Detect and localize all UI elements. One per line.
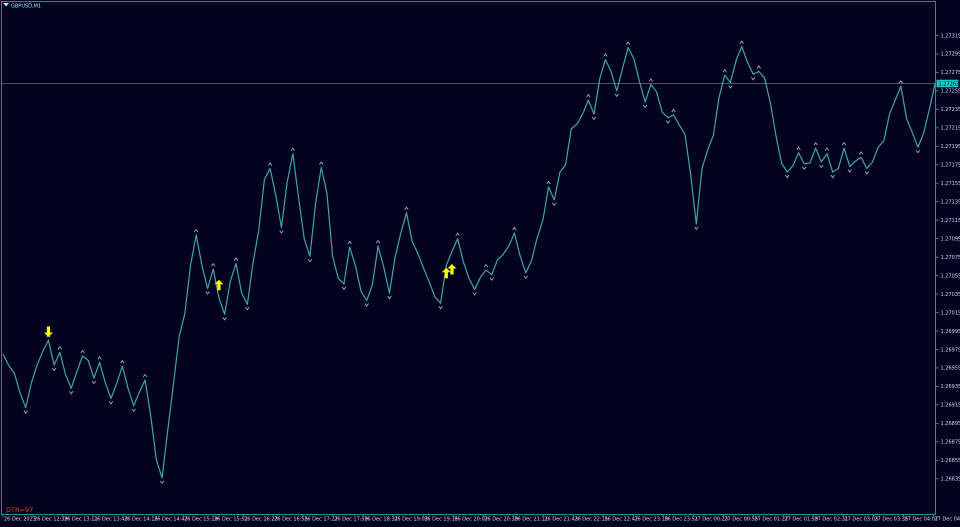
price-tick-label: 1.26975	[941, 347, 960, 353]
price-chart[interactable]: 1.27263 1.27315 1.27295 1.27275 1.27255 1.27…	[0, 0, 960, 523]
price-tick-label: 1.26835	[941, 477, 960, 483]
price-tick-label: 1.27155	[941, 181, 960, 187]
price-tick-label: 1.27315	[941, 33, 960, 39]
price-tick-label: 1.26875	[941, 440, 960, 446]
price-tick-label: 1.27035	[941, 292, 960, 298]
chart-window[interactable]: 1.27263 1.27315 1.27295 1.27275 1.27255 1.27…	[0, 0, 960, 523]
price-tick-label: 1.27095	[941, 236, 960, 242]
price-tick-label: 1.27015	[941, 310, 960, 316]
dtr-indicator-label: DTR=97	[6, 506, 33, 514]
price-tick-label: 1.27075	[941, 255, 960, 261]
price-tick-label: 1.27195	[941, 144, 960, 150]
price-tick-label: 1.26955	[941, 366, 960, 372]
chart-background	[0, 0, 960, 523]
price-tick-label: 1.27255	[941, 89, 960, 95]
price-tick-label: 1.27215	[941, 126, 960, 132]
price-tick-label: 1.27135	[941, 200, 960, 206]
symbol-label: GBPUSD,M1	[11, 4, 41, 10]
price-tick-label: 1.27235	[941, 107, 960, 113]
current-price-label: 1.27263	[939, 81, 960, 87]
price-tick-label: 1.27055	[941, 273, 960, 279]
price-tick-label: 1.27295	[941, 52, 960, 58]
time-axis: 26 Dec 202326 Dec 12:3926 Dec 13:1126 De…	[3, 515, 960, 523]
price-tick-label: 1.26895	[941, 421, 960, 427]
price-tick-label: 1.26855	[941, 458, 960, 464]
price-tick-label: 1.27175	[941, 163, 960, 169]
price-tick-label: 1.27115	[941, 218, 960, 224]
price-tick-label: 1.27275	[941, 70, 960, 76]
time-tick-label: 26 Dec 2023	[4, 517, 36, 523]
price-tick-label: 1.26935	[941, 384, 960, 390]
price-tick-label: 1.26915	[941, 403, 960, 409]
time-tick-label: 27 Dec 04:39	[935, 517, 960, 523]
price-tick-label: 1.26995	[941, 329, 960, 335]
